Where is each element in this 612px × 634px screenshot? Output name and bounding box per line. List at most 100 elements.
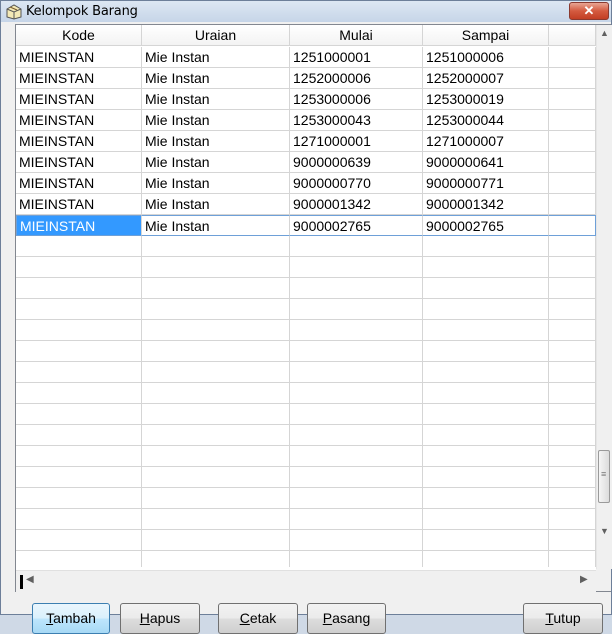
table-cell[interactable] <box>16 383 142 404</box>
table-cell[interactable] <box>549 89 596 110</box>
table-cell[interactable] <box>16 551 142 567</box>
table-cell[interactable] <box>423 530 549 551</box>
empty-table-row[interactable] <box>16 446 596 467</box>
table-cell[interactable] <box>16 257 142 278</box>
cetak-button[interactable]: Cetak <box>218 603 298 634</box>
table-cell[interactable] <box>549 467 596 488</box>
scroll-left-arrow-icon[interactable]: ◀ <box>26 574 34 585</box>
table-cell[interactable] <box>290 362 423 383</box>
table-cell[interactable]: Mie Instan <box>142 131 290 152</box>
tutup-button[interactable]: Tutup <box>523 603 603 634</box>
table-cell[interactable] <box>290 446 423 467</box>
table-cell[interactable]: 1271000001 <box>290 131 423 152</box>
pasang-button[interactable]: Pasang <box>307 603 386 634</box>
table-cell[interactable]: 1251000001 <box>290 47 423 68</box>
table-cell[interactable] <box>549 320 596 341</box>
table-cell[interactable] <box>16 320 142 341</box>
table-cell[interactable] <box>16 299 142 320</box>
table-cell[interactable] <box>549 488 596 509</box>
table-cell[interactable] <box>290 488 423 509</box>
table-cell[interactable] <box>290 530 423 551</box>
close-button[interactable]: ✕ <box>569 2 609 20</box>
table-cell[interactable] <box>290 278 423 299</box>
table-cell[interactable] <box>423 257 549 278</box>
empty-table-row[interactable] <box>16 299 596 320</box>
table-cell[interactable]: Mie Instan <box>142 68 290 89</box>
tambah-button[interactable]: Tambah <box>32 603 110 634</box>
table-cell[interactable]: 9000001342 <box>290 194 423 215</box>
column-header-uraian[interactable]: Uraian <box>142 25 290 46</box>
table-cell[interactable]: Mie Instan <box>142 110 290 131</box>
table-cell[interactable] <box>423 236 549 257</box>
table-cell[interactable]: 1253000019 <box>423 89 549 110</box>
empty-table-row[interactable] <box>16 425 596 446</box>
table-cell[interactable] <box>142 362 290 383</box>
table-cell[interactable] <box>549 509 596 530</box>
table-cell[interactable] <box>142 236 290 257</box>
table-cell[interactable] <box>423 551 549 567</box>
table-cell[interactable] <box>423 362 549 383</box>
table-cell[interactable] <box>142 488 290 509</box>
table-cell[interactable] <box>549 236 596 257</box>
table-cell[interactable]: 9000001342 <box>423 194 549 215</box>
vertical-scrollbar[interactable]: ▲ ≡ ▼ <box>596 25 612 569</box>
table-cell[interactable] <box>549 383 596 404</box>
table-cell[interactable] <box>290 236 423 257</box>
scroll-right-arrow-icon[interactable]: ▶ <box>580 574 588 585</box>
hapus-button[interactable]: Hapus <box>120 603 200 634</box>
table-cell[interactable] <box>142 404 290 425</box>
table-cell[interactable] <box>142 551 290 567</box>
table-cell[interactable] <box>290 320 423 341</box>
table-cell[interactable]: MIEINSTAN <box>16 131 142 152</box>
table-cell[interactable] <box>423 299 549 320</box>
table-cell[interactable] <box>423 404 549 425</box>
table-row[interactable]: MIEINSTAN Mie Instan 9000001342 9000001342 <box>16 194 596 215</box>
empty-table-row[interactable] <box>16 551 596 567</box>
table-cell[interactable] <box>423 467 549 488</box>
empty-table-row[interactable] <box>16 278 596 299</box>
table-cell[interactable] <box>16 404 142 425</box>
scroll-up-arrow-icon[interactable]: ▲ <box>597 25 612 42</box>
vertical-scroll-thumb[interactable]: ≡ <box>598 450 610 503</box>
column-header-sampai[interactable]: Sampai <box>423 25 549 46</box>
table-cell[interactable] <box>142 467 290 488</box>
table-cell[interactable]: MIEINSTAN <box>16 110 142 131</box>
table-cell[interactable] <box>142 320 290 341</box>
empty-table-row[interactable] <box>16 509 596 530</box>
empty-table-row[interactable] <box>16 362 596 383</box>
column-header-blank[interactable] <box>549 25 596 46</box>
table-cell[interactable] <box>549 152 596 173</box>
table-cell[interactable]: Mie Instan <box>142 173 290 194</box>
table-cell[interactable] <box>16 278 142 299</box>
table-cell[interactable] <box>290 425 423 446</box>
empty-table-row[interactable] <box>16 404 596 425</box>
table-cell[interactable] <box>142 257 290 278</box>
horizontal-scrollbar[interactable]: ◀ ▶ <box>16 570 596 592</box>
table-row[interactable]: MIEINSTAN Mie Instan 1253000043 1253000044 <box>16 110 596 131</box>
table-cell[interactable]: 1252000007 <box>423 68 549 89</box>
table-cell[interactable]: 1252000006 <box>290 68 423 89</box>
column-header-kode[interactable]: Kode <box>16 25 142 46</box>
table-cell[interactable] <box>423 341 549 362</box>
table-cell[interactable] <box>423 488 549 509</box>
table-cell[interactable] <box>549 257 596 278</box>
table-cell[interactable] <box>142 383 290 404</box>
table-cell[interactable] <box>549 194 596 215</box>
empty-table-row[interactable] <box>16 341 596 362</box>
table-row[interactable]: MIEINSTAN Mie Instan 9000002765 9000002765 <box>16 215 596 236</box>
table-cell[interactable] <box>16 446 142 467</box>
table-cell[interactable] <box>549 47 596 68</box>
table-cell[interactable]: MIEINSTAN <box>16 47 142 68</box>
table-cell[interactable]: MIEINSTAN <box>16 194 142 215</box>
empty-table-row[interactable] <box>16 236 596 257</box>
table-cell[interactable] <box>290 341 423 362</box>
table-cell[interactable]: 9000000641 <box>423 152 549 173</box>
table-cell[interactable] <box>549 110 596 131</box>
table-cell[interactable] <box>423 320 549 341</box>
table-cell[interactable]: 1251000006 <box>423 47 549 68</box>
table-cell[interactable]: Mie Instan <box>142 152 290 173</box>
table-cell[interactable] <box>290 299 423 320</box>
table-row[interactable]: MIEINSTAN Mie Instan 1251000001 1251000006 <box>16 47 596 68</box>
table-row[interactable]: MIEINSTAN Mie Instan 1252000006 1252000007 <box>16 68 596 89</box>
empty-table-row[interactable] <box>16 530 596 551</box>
